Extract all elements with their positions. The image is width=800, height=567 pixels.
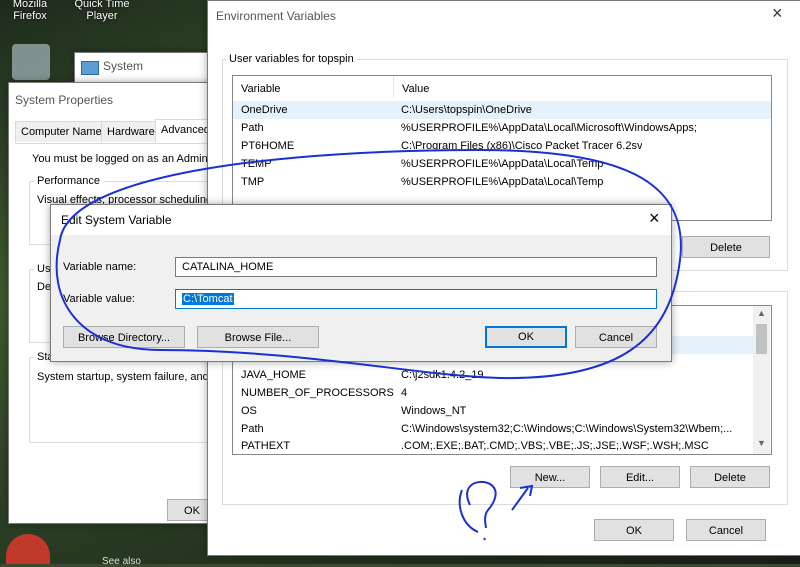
scroll-down-icon[interactable]: ▼ (757, 438, 766, 448)
dialog-close-icon[interactable]: × (649, 208, 660, 229)
close-icon[interactable]: × (772, 3, 783, 24)
vertical-scrollbar[interactable]: ▲ ▼ (753, 306, 770, 454)
dialog-title: Edit System Variable (61, 213, 172, 227)
row-variable: OS (241, 405, 257, 417)
tab-hardware[interactable]: Hardware (101, 121, 161, 142)
row-value: 4 (401, 387, 408, 399)
variable-value-field[interactable]: C:\Tomcat (175, 289, 657, 309)
edit-button[interactable]: Edit... (600, 466, 680, 488)
column-header-value[interactable]: Value (393, 76, 429, 98)
see-also-text: See also (102, 556, 141, 567)
row-value: C:\Users\topspin\OneDrive (401, 104, 532, 116)
user-variables-list[interactable]: Variable Value OneDrive C:\Users\topspin… (232, 75, 772, 221)
desktop-icon-firefox-label[interactable]: Mozilla Firefox (4, 0, 56, 22)
environment-variables-title: Environment Variables (216, 9, 336, 23)
row-variable: PT6HOME (241, 140, 295, 152)
table-row[interactable]: OneDrive C:\Users\topspin\OneDrive (233, 101, 771, 119)
startup-group (29, 357, 221, 443)
row-value: %USERPROFILE%\AppData\Local\Temp (401, 176, 604, 188)
row-value: .COM;.EXE;.BAT;.CMD;.VBS;.VBE;.JS;.JSE;.… (401, 440, 709, 452)
scroll-up-icon[interactable]: ▲ (757, 308, 766, 318)
row-value: C:\Windows\system32;C:\Windows;C:\Window… (401, 423, 733, 435)
table-row[interactable]: NUMBER_OF_PROCESSORS 4 (233, 384, 753, 402)
desktop-icon-quicktime-label[interactable]: Quick Time Player (70, 0, 134, 22)
table-row[interactable]: PT6HOME C:\Program Files (x86)\Cisco Pac… (233, 137, 771, 155)
row-value: %USERPROFILE%\AppData\Local\Temp (401, 158, 604, 170)
list-header: Variable Value (233, 76, 771, 98)
table-row[interactable]: PATHEXT .COM;.EXE;.BAT;.CMD;.VBS;.VBE;.J… (233, 437, 753, 454)
dialog-ok-button[interactable]: OK (485, 326, 567, 348)
table-row[interactable]: Path %USERPROFILE%\AppData\Local\Microso… (233, 119, 771, 137)
variable-name-label: Variable name: (63, 261, 137, 273)
column-header-variable[interactable]: Variable (241, 80, 281, 98)
system-window-title: System (103, 59, 144, 73)
row-variable: JAVA_HOME (241, 369, 306, 381)
tab-strip: Computer Name Hardware Advanced (15, 119, 216, 143)
row-variable: PATHEXT (241, 440, 291, 452)
row-variable: OneDrive (241, 104, 288, 116)
table-row[interactable]: TEMP %USERPROFILE%\AppData\Local\Temp (233, 155, 771, 173)
row-variable: TMP (241, 176, 265, 188)
dialog-cancel-button[interactable]: Cancel (575, 326, 657, 348)
variable-value-label: Variable value: (63, 293, 135, 305)
table-row[interactable]: TMP %USERPROFILE%\AppData\Local\Temp (233, 173, 771, 191)
desktop-app-icon[interactable] (12, 44, 50, 80)
system-properties-title: System Properties (15, 93, 114, 107)
variable-value-selected-text: C:\Tomcat (182, 293, 234, 305)
row-value: %USERPROFILE%\AppData\Local\Microsoft\Wi… (401, 122, 697, 134)
user-variables-title: User variables for topspin (226, 53, 357, 65)
performance-title: Performance (34, 175, 103, 187)
row-variable: Path (241, 423, 264, 435)
admin-notice: You must be logged on as an Administrat (32, 153, 232, 165)
row-variable: NUMBER_OF_PROCESSORS (241, 387, 394, 399)
table-row[interactable]: OS Windows_NT (233, 402, 753, 420)
scrollbar-thumb[interactable] (756, 324, 767, 354)
user-delete-button[interactable]: Delete (682, 236, 770, 258)
system-delete-button[interactable]: Delete (690, 466, 770, 488)
row-variable: TEMP (241, 158, 272, 170)
computer-icon (81, 61, 99, 75)
env-cancel-button[interactable]: Cancel (686, 519, 766, 541)
row-value: C:\j2sdk1.4.2_19 (401, 369, 484, 381)
user-profiles-text: De (37, 281, 52, 293)
edit-system-variable-dialog[interactable]: Edit System Variable × Variable name: CA… (50, 204, 672, 362)
browse-file-button[interactable]: Browse File... (197, 326, 319, 348)
new-button[interactable]: New... (510, 466, 590, 488)
row-value: Windows_NT (401, 405, 467, 417)
tab-computer-name[interactable]: Computer Name (15, 121, 108, 142)
table-row[interactable]: JAVA_HOME C:\j2sdk1.4.2_19 (233, 366, 753, 384)
table-row[interactable]: Path C:\Windows\system32;C:\Windows;C:\W… (233, 420, 753, 438)
env-ok-button[interactable]: OK (594, 519, 674, 541)
browse-directory-button[interactable]: Browse Directory... (63, 326, 185, 348)
startup-text: System startup, system failure, and deb (37, 371, 231, 383)
variable-name-field[interactable]: CATALINA_HOME (175, 257, 657, 277)
row-value: C:\Program Files (x86)\Cisco Packet Trac… (401, 140, 643, 152)
system-window[interactable]: System (74, 52, 216, 84)
row-variable: Path (241, 122, 264, 134)
